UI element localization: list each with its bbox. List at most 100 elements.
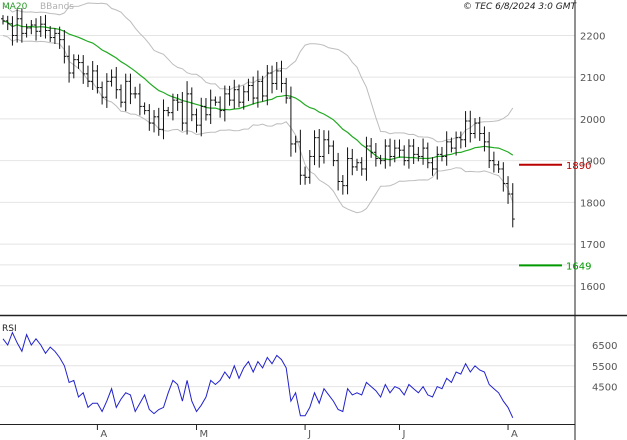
ohlc-bar: [232, 79, 237, 109]
stock-chart: 1890 1649 2200 2100 2000 1900 1800 1700 1600 650…: [0, 0, 627, 440]
x-tick-label: J: [401, 429, 405, 440]
grid: [0, 34, 575, 388]
ohlc-bar: [510, 183, 515, 228]
ohlc-bar: [321, 130, 326, 164]
ohlc-bar: [303, 166, 308, 185]
ohlc-bar: [439, 146, 444, 162]
ohlc-bar: [284, 77, 289, 104]
ohlc-bar: [482, 126, 487, 152]
ohlc-bar: [487, 131, 492, 169]
ohlc-bar: [142, 102, 147, 115]
ohlc-bar: [147, 104, 152, 131]
x-tick-label: M: [200, 429, 209, 440]
x-tick-label: A: [100, 429, 107, 440]
ohlc-bar: [1, 15, 5, 25]
ohlc-bar: [119, 84, 123, 108]
ohlc-bar: [95, 65, 100, 94]
panel-frames: [0, 0, 627, 440]
ohlc-bar: [350, 148, 355, 176]
ohlc-bar: [501, 162, 506, 192]
rsi-tick-label: 6500: [592, 341, 617, 352]
ohlc-bar: [378, 154, 383, 165]
ohlc-bar: [175, 93, 180, 111]
bband-lower: [2, 35, 514, 214]
ohlc-bar: [166, 106, 171, 117]
price-tick-label: 1700: [580, 240, 605, 251]
ohlc-bar: [90, 61, 95, 91]
ohlc-bar: [454, 131, 459, 156]
ma-legend-label: MA20: [2, 2, 28, 12]
ohlc-bar: [203, 98, 208, 121]
ohlc-bar: [397, 139, 402, 158]
price-tick-label: 1800: [580, 198, 605, 209]
ohlc-bar: [473, 118, 477, 139]
rsi-tick-label: 5500: [592, 362, 617, 373]
ohlc-bar: [81, 55, 86, 84]
price-tick-label: 2200: [580, 31, 605, 42]
ohlc-bar: [340, 175, 345, 195]
ohlc-bar: [364, 136, 369, 181]
ohlc-bar: [237, 84, 241, 108]
ohlc-bar: [430, 157, 435, 176]
ohlc-bar: [180, 91, 185, 131]
ohlc-bar: [425, 142, 430, 169]
ohlc-bar: [298, 129, 303, 185]
y-tick-labels: 2200 2100 2000 1900 1800 1700 1600 6500 5500 4500: [580, 31, 617, 393]
ohlc-bar: [496, 160, 501, 173]
ohlc-bar: [336, 152, 341, 191]
ohlc-bar: [251, 76, 256, 105]
ohlc-bar: [199, 97, 204, 137]
ohlc-bar: [109, 69, 114, 87]
ohlc-bar: [133, 86, 138, 99]
ohlc-bar: [123, 73, 128, 112]
ohlc-bar: [312, 130, 317, 166]
ohlc-bar: [331, 140, 336, 167]
ohlc-bar: [345, 147, 350, 195]
ohlc-bar: [388, 138, 393, 167]
x-tick-labels: AMJJA: [96, 424, 518, 440]
ohlc-bar: [194, 108, 199, 133]
ohlc-bar: [100, 81, 105, 105]
ohlc-bar: [128, 73, 133, 105]
copyright-text: © TEC 6/8/2024 3:0 GMT: [463, 2, 578, 12]
rsi-title: RSI: [2, 324, 17, 334]
ohlc-bar: [260, 75, 265, 102]
ohlc-bar: [222, 85, 227, 122]
level-lines: 18901649: [519, 161, 591, 272]
ohlc-bar: [326, 130, 331, 155]
ohlc-bar: [85, 65, 90, 88]
ohlc-bars: [1, 8, 515, 228]
ohlc-bar: [435, 146, 440, 180]
ohlc-bar: [406, 139, 411, 169]
ohlc-bar: [477, 116, 482, 141]
ohlc-bar: [34, 18, 39, 41]
ohlc-bar: [265, 64, 270, 106]
price-tick-label: 2000: [580, 115, 605, 126]
ohlc-bar: [185, 81, 190, 135]
ohlc-bar: [383, 139, 388, 169]
ohlc-bar: [506, 176, 511, 204]
x-tick-label: J: [307, 429, 311, 440]
ohlc-bar: [369, 137, 374, 158]
bollinger-bands: [2, 2, 514, 214]
price-tick-label: 1900: [580, 157, 605, 168]
ohlc-bar: [189, 87, 194, 122]
ohlc-bar: [307, 149, 312, 184]
price-tick-label: 2100: [580, 73, 605, 84]
ohlc-bar: [137, 83, 142, 116]
rsi-tick-label: 4500: [592, 383, 617, 394]
ohlc-bar: [52, 28, 57, 45]
ohlc-bar: [152, 110, 157, 133]
x-tick-label: A: [511, 429, 518, 440]
bbands-legend-label: BBands: [40, 2, 74, 12]
ohlc-bar: [104, 73, 109, 108]
ohlc-bar: [274, 61, 279, 90]
ohlc-bar: [402, 145, 407, 166]
ohlc-bar: [270, 65, 275, 94]
ohlc-bar: [218, 96, 223, 118]
ohlc-bar: [491, 151, 496, 173]
ohlc-bar: [279, 60, 284, 93]
level-label: 1649: [566, 261, 591, 272]
ohlc-bar: [156, 107, 161, 136]
ohlc-bar: [317, 129, 322, 168]
